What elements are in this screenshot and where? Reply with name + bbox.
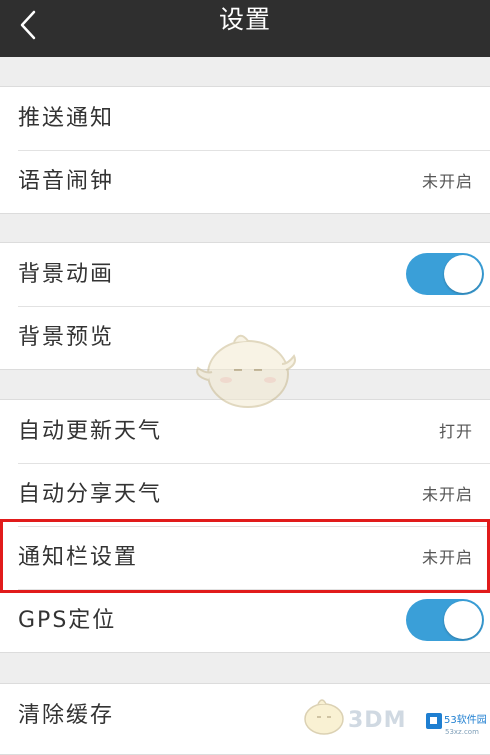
setting-label: GPS定位 [18,608,117,633]
setting-row-background-animation: 背景动画 [0,243,490,306]
background-animation-toggle[interactable] [406,253,484,295]
setting-status: 未开启 [421,172,473,191]
page-title: 设置 [218,5,271,34]
settings-group-weather: 自动更新天气 打开 自动分享天气 未开启 通知栏设置 未开启 GPS定位 [0,399,490,653]
watermark-badge-text: 53软件园 [444,715,487,726]
mascot-watermark-icon [190,328,300,414]
mascot-small-watermark-icon [298,694,348,738]
setting-label: 自动分享天气 [18,482,163,507]
top-bar: 设置 [0,0,490,57]
setting-status: 未开启 [421,485,473,504]
setting-label: 清除缓存 [18,703,115,728]
toggle-knob [444,601,482,639]
setting-status: 打开 [438,422,473,441]
setting-row-notification-bar[interactable]: 通知栏设置 未开启 [0,526,490,589]
setting-row-voice-alarm[interactable]: 语音闹钟 未开启 [0,150,490,213]
watermark-brand: 3DM [348,708,407,733]
settings-group-notifications: 推送通知 语音闹钟 未开启 [0,86,490,214]
setting-label: 通知栏设置 [18,545,139,570]
setting-row-gps-location: GPS定位 [0,589,490,652]
setting-label: 推送通知 [18,106,115,131]
setting-row-auto-share-weather[interactable]: 自动分享天气 未开启 [0,463,490,526]
watermark-logo-icon [426,713,442,729]
setting-label: 自动更新天气 [18,419,163,444]
gps-location-toggle[interactable] [406,599,484,641]
setting-label: 背景预览 [18,325,115,350]
setting-label: 背景动画 [18,262,115,287]
toggle-knob [444,255,482,293]
watermark-url: 53xz.com [445,728,479,736]
setting-status: 未开启 [421,548,473,567]
setting-row-clear-cache[interactable]: 清除缓存 [0,684,490,747]
setting-row-push-notifications[interactable]: 推送通知 [0,87,490,150]
setting-label: 语音闹钟 [18,169,115,194]
settings-group-storage: 清除缓存 [0,683,490,755]
